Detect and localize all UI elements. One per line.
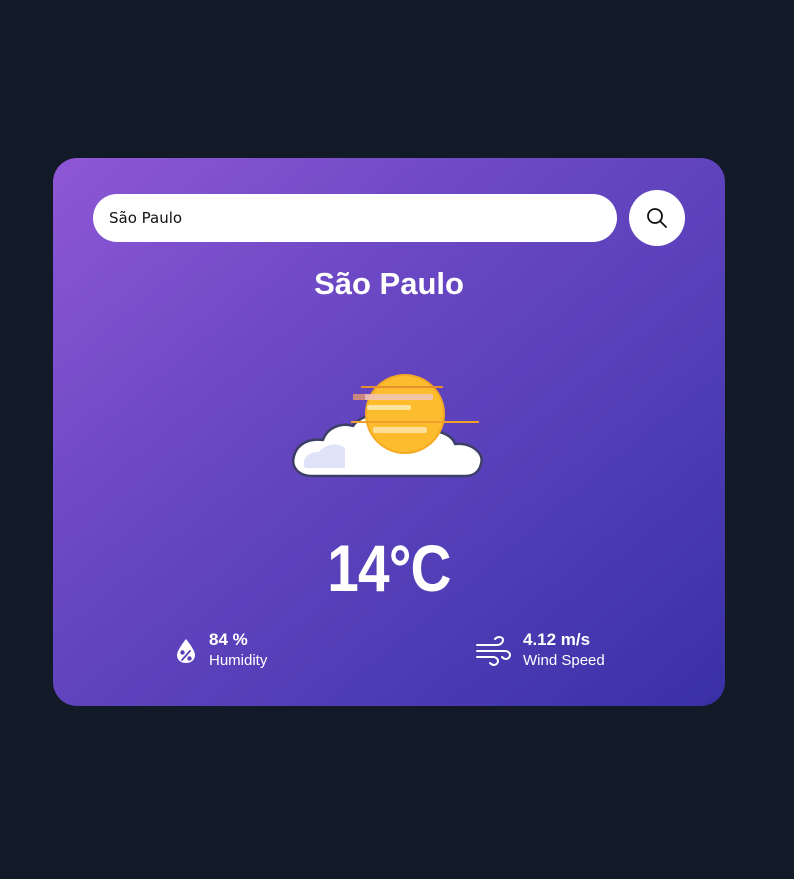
temperature: 14°C <box>327 531 451 605</box>
search-button[interactable] <box>629 190 685 246</box>
humidity-detail: 84 % Humidity <box>175 630 267 672</box>
mist-sun-cloud-icon <box>291 372 487 480</box>
weather-card: São Paulo 14°C 84 % Humidity <box>53 158 725 706</box>
search-icon <box>646 207 668 229</box>
wind-speed-label: Wind Speed <box>523 652 605 669</box>
wind-detail: 4.12 m/s Wind Speed <box>475 630 605 672</box>
city-name: São Paulo <box>314 266 464 301</box>
humidity-value: 84 % <box>209 630 248 649</box>
humidity-label: Humidity <box>209 652 268 669</box>
wind-speed-value: 4.12 m/s <box>523 630 591 649</box>
city-search-input[interactable] <box>93 194 617 242</box>
wind-icon <box>475 636 511 666</box>
humidity-drop-icon <box>175 638 197 664</box>
